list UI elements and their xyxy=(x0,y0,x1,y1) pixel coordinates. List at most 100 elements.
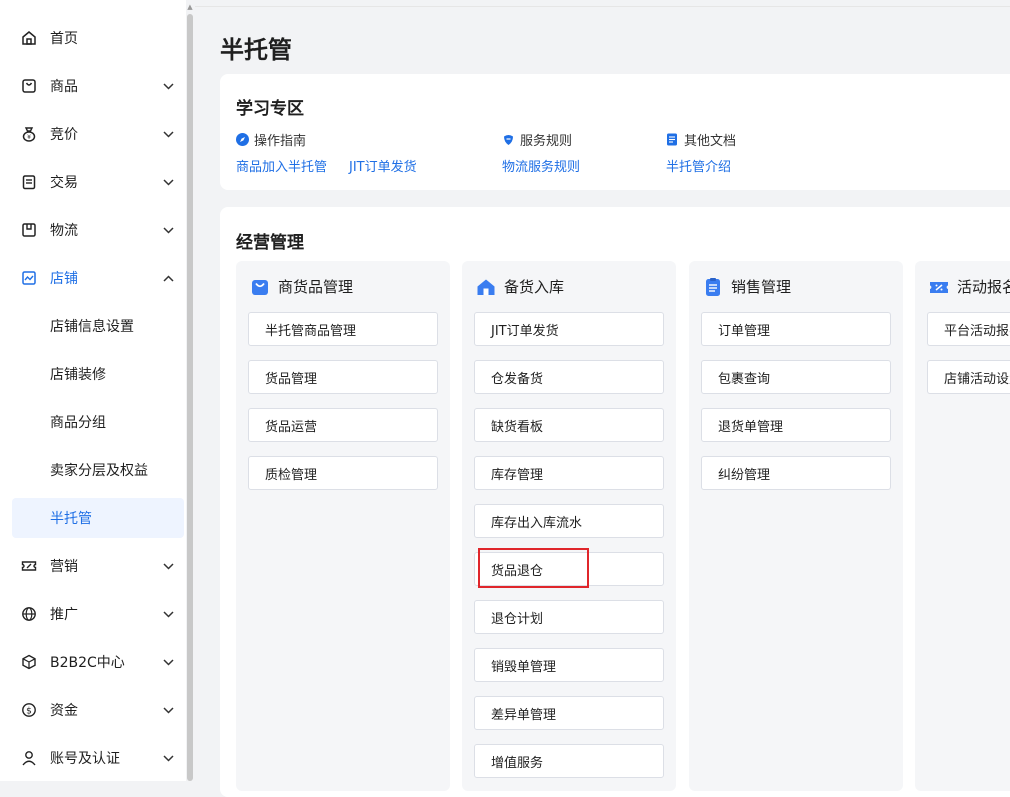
sidebar-item-home[interactable]: 首页 xyxy=(12,18,184,58)
btn-goods-management[interactable]: 货品管理 xyxy=(248,360,438,394)
sidebar-subitem-label: 半托管 xyxy=(50,511,92,527)
svg-text:$: $ xyxy=(26,707,32,717)
money-bag-icon: ¥ xyxy=(20,125,38,143)
sidebar-item-marketing[interactable]: 营销 xyxy=(12,546,184,586)
column-heading: 备货入库 xyxy=(504,278,565,296)
column-stocking-inbound-header: 备货入库 xyxy=(476,276,564,297)
svg-text:¥: ¥ xyxy=(27,134,31,141)
btn-discrepancy-orders[interactable]: 差异单管理 xyxy=(474,696,664,730)
btn-store-activity-settings[interactable]: 店铺活动设置 xyxy=(927,360,1010,394)
column-sales-management-header: 销售管理 xyxy=(703,276,791,297)
btn-package-query[interactable]: 包裹查询 xyxy=(701,360,891,394)
btn-dispute-management[interactable]: 纠纷管理 xyxy=(701,456,891,490)
learning-section-heading: 操作指南 xyxy=(254,134,307,149)
learning-section-heading: 其他文档 xyxy=(684,134,737,149)
btn-jit-order-shipping[interactable]: JIT订单发货 xyxy=(474,312,664,346)
btn-goods-return-to-warehouse[interactable]: 货品退仓 xyxy=(474,552,664,586)
sidebar-item-promotion[interactable]: 推广 xyxy=(12,594,184,634)
learning-section-guide: 操作指南 xyxy=(236,130,306,149)
column-heading: 商货品管理 xyxy=(278,278,354,296)
btn-return-orders[interactable]: 退货单管理 xyxy=(701,408,891,442)
link-jit-order-shipping[interactable]: JIT订单发货 xyxy=(349,156,417,175)
sidebar-item-label: 竞价 xyxy=(50,127,78,143)
top-divider xyxy=(195,6,1010,7)
sidebar-subitem-label: 卖家分层及权益 xyxy=(50,463,148,479)
learning-section-rules: 服务规则 xyxy=(502,130,572,149)
sidebar-subitem-store-info[interactable]: 店铺信息设置 xyxy=(12,306,184,346)
learning-section-docs: 其他文档 xyxy=(666,130,736,149)
sidebar-item-label: 商品 xyxy=(50,79,78,95)
chevron-down-icon xyxy=(162,656,174,668)
sidebar-item-account[interactable]: 账号及认证 xyxy=(12,738,184,778)
sidebar-item-label: B2B2C中心 xyxy=(50,655,125,671)
chevron-down-icon xyxy=(162,128,174,140)
bag-icon xyxy=(250,277,270,297)
btn-inventory-flow[interactable]: 库存出入库流水 xyxy=(474,504,664,538)
btn-goods-operations[interactable]: 货品运营 xyxy=(248,408,438,442)
dollar-icon: $ xyxy=(20,701,38,719)
btn-warehouse-stocking[interactable]: 仓发备货 xyxy=(474,360,664,394)
chevron-down-icon xyxy=(162,176,174,188)
globe-icon xyxy=(20,605,38,623)
sidebar-subitem-label: 店铺装修 xyxy=(50,367,106,383)
column-activity-signup-header: 活动报名 xyxy=(929,276,1010,297)
column-heading: 活动报名 xyxy=(957,278,1010,296)
sidebar-item-label: 资金 xyxy=(50,703,78,719)
link-semi-managed-intro[interactable]: 半托管介绍 xyxy=(666,156,731,175)
compass-icon xyxy=(236,133,249,146)
shopping-bag-icon xyxy=(20,77,38,95)
sidebar-item-label: 账号及认证 xyxy=(50,751,120,767)
btn-value-added-services[interactable]: 增值服务 xyxy=(474,744,664,778)
link-logistics-rules[interactable]: 物流服务规则 xyxy=(502,156,580,175)
sidebar-item-b2b2c[interactable]: B2B2C中心 xyxy=(12,642,184,682)
house-icon xyxy=(476,277,496,297)
sidebar-item-label: 营销 xyxy=(50,559,78,575)
btn-inventory-management[interactable]: 库存管理 xyxy=(474,456,664,490)
chevron-down-icon xyxy=(162,752,174,764)
user-icon xyxy=(20,749,38,767)
btn-destruction-orders[interactable]: 销毁单管理 xyxy=(474,648,664,682)
sidebar-item-label: 物流 xyxy=(50,223,78,239)
btn-order-management[interactable]: 订单管理 xyxy=(701,312,891,346)
sidebar-item-store[interactable]: 店铺 xyxy=(12,258,184,298)
list-icon xyxy=(703,277,723,297)
chevron-down-icon xyxy=(162,704,174,716)
shield-icon xyxy=(502,133,515,146)
link-add-to-semi-managed[interactable]: 商品加入半托管 xyxy=(236,156,327,175)
shop-chart-icon xyxy=(20,269,38,287)
scroll-up-icon[interactable]: ▲ xyxy=(186,3,194,11)
btn-semi-managed-products[interactable]: 半托管商品管理 xyxy=(248,312,438,346)
chevron-down-icon xyxy=(162,608,174,620)
document-icon xyxy=(666,133,679,146)
chevron-up-icon xyxy=(162,272,174,284)
sidebar-item-funds[interactable]: $ 资金 xyxy=(12,690,184,730)
sidebar-item-label: 交易 xyxy=(50,175,78,191)
sidebar-item-products[interactable]: 商品 xyxy=(12,66,184,106)
sidebar-scrollbar-thumb[interactable] xyxy=(187,14,193,781)
chevron-down-icon xyxy=(162,560,174,572)
learning-card: 学习专区 操作指南 商品加入半托管 JIT订单发货 服务规则 物流服务规则 其他… xyxy=(220,74,1010,190)
learning-title: 学习专区 xyxy=(236,99,304,119)
column-goods-management-header: 商货品管理 xyxy=(250,276,353,297)
sidebar-item-label: 店铺 xyxy=(50,271,78,287)
chevron-down-icon xyxy=(162,224,174,236)
ticket-icon xyxy=(20,557,38,575)
sidebar-subitem-store-decoration[interactable]: 店铺装修 xyxy=(12,354,184,394)
sidebar-item-label: 推广 xyxy=(50,607,78,623)
sidebar-subitem-semi-managed[interactable]: 半托管 xyxy=(12,498,184,538)
home-icon xyxy=(20,29,38,47)
learning-section-heading: 服务规则 xyxy=(520,134,573,149)
btn-return-plan[interactable]: 退仓计划 xyxy=(474,600,664,634)
sidebar-subitem-product-groups[interactable]: 商品分组 xyxy=(12,402,184,442)
sidebar-subitem-seller-tiers[interactable]: 卖家分层及权益 xyxy=(12,450,184,490)
btn-stockout-board[interactable]: 缺货看板 xyxy=(474,408,664,442)
operations-title: 经营管理 xyxy=(236,233,304,253)
page-title: 半托管 xyxy=(220,36,292,64)
sidebar-item-logistics[interactable]: 物流 xyxy=(12,210,184,250)
sidebar-item-bidding[interactable]: ¥ 竞价 xyxy=(12,114,184,154)
btn-quality-inspection[interactable]: 质检管理 xyxy=(248,456,438,490)
sidebar-item-trade[interactable]: 交易 xyxy=(12,162,184,202)
cube-icon xyxy=(20,653,38,671)
sidebar-subitem-label: 店铺信息设置 xyxy=(50,319,134,335)
btn-platform-activity-signup[interactable]: 平台活动报名 xyxy=(927,312,1010,346)
